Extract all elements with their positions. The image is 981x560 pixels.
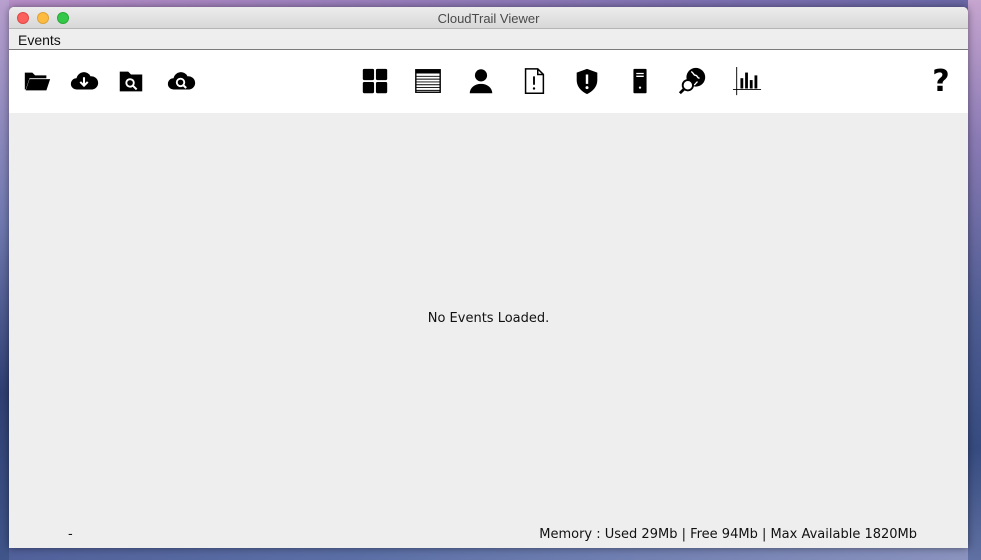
charts-button[interactable] [731, 65, 763, 97]
desktop-background-left [0, 0, 9, 560]
security-shield-icon [576, 68, 598, 95]
status-indicator: - [68, 527, 73, 542]
search-local-button[interactable] [115, 65, 147, 97]
resources-button[interactable] [624, 65, 656, 97]
dashboard-grid-icon [362, 68, 388, 94]
security-button[interactable] [571, 65, 603, 97]
desktop-background-right [968, 0, 981, 560]
globe-search-icon [678, 67, 706, 95]
chart-bars-icon [732, 66, 762, 96]
dashboard-button[interactable] [359, 65, 391, 97]
menu-events[interactable]: Events [18, 32, 61, 48]
geo-search-button[interactable] [677, 65, 709, 97]
cloud-download-icon [70, 72, 99, 90]
users-button[interactable] [465, 65, 497, 97]
app-window: CloudTrail Viewer Events ? No Events Loa… [9, 7, 968, 548]
server-icon [633, 68, 647, 94]
table-list-icon [415, 69, 441, 93]
user-icon [469, 69, 493, 94]
main-content-area: No Events Loaded. - Memory : Used 29Mb |… [9, 113, 968, 548]
memory-status: Memory : Used 29Mb | Free 94Mb | Max Ava… [539, 527, 917, 542]
open-file-button[interactable] [21, 65, 53, 97]
download-cloud-button[interactable] [68, 65, 100, 97]
search-cloud-button[interactable] [165, 65, 197, 97]
events-table-button[interactable] [412, 65, 444, 97]
toolbar: ? [9, 50, 968, 113]
help-button[interactable]: ? [925, 64, 957, 99]
empty-state-message: No Events Loaded. [427, 311, 550, 326]
errors-button[interactable] [518, 65, 550, 97]
folder-search-icon [119, 71, 143, 92]
window-title: CloudTrail Viewer [437, 11, 540, 26]
file-alert-icon [524, 68, 545, 94]
folder-open-icon [24, 72, 51, 91]
menu-bar: Events [9, 29, 968, 50]
cloud-search-icon [167, 72, 196, 90]
title-bar[interactable]: CloudTrail Viewer [9, 7, 968, 29]
